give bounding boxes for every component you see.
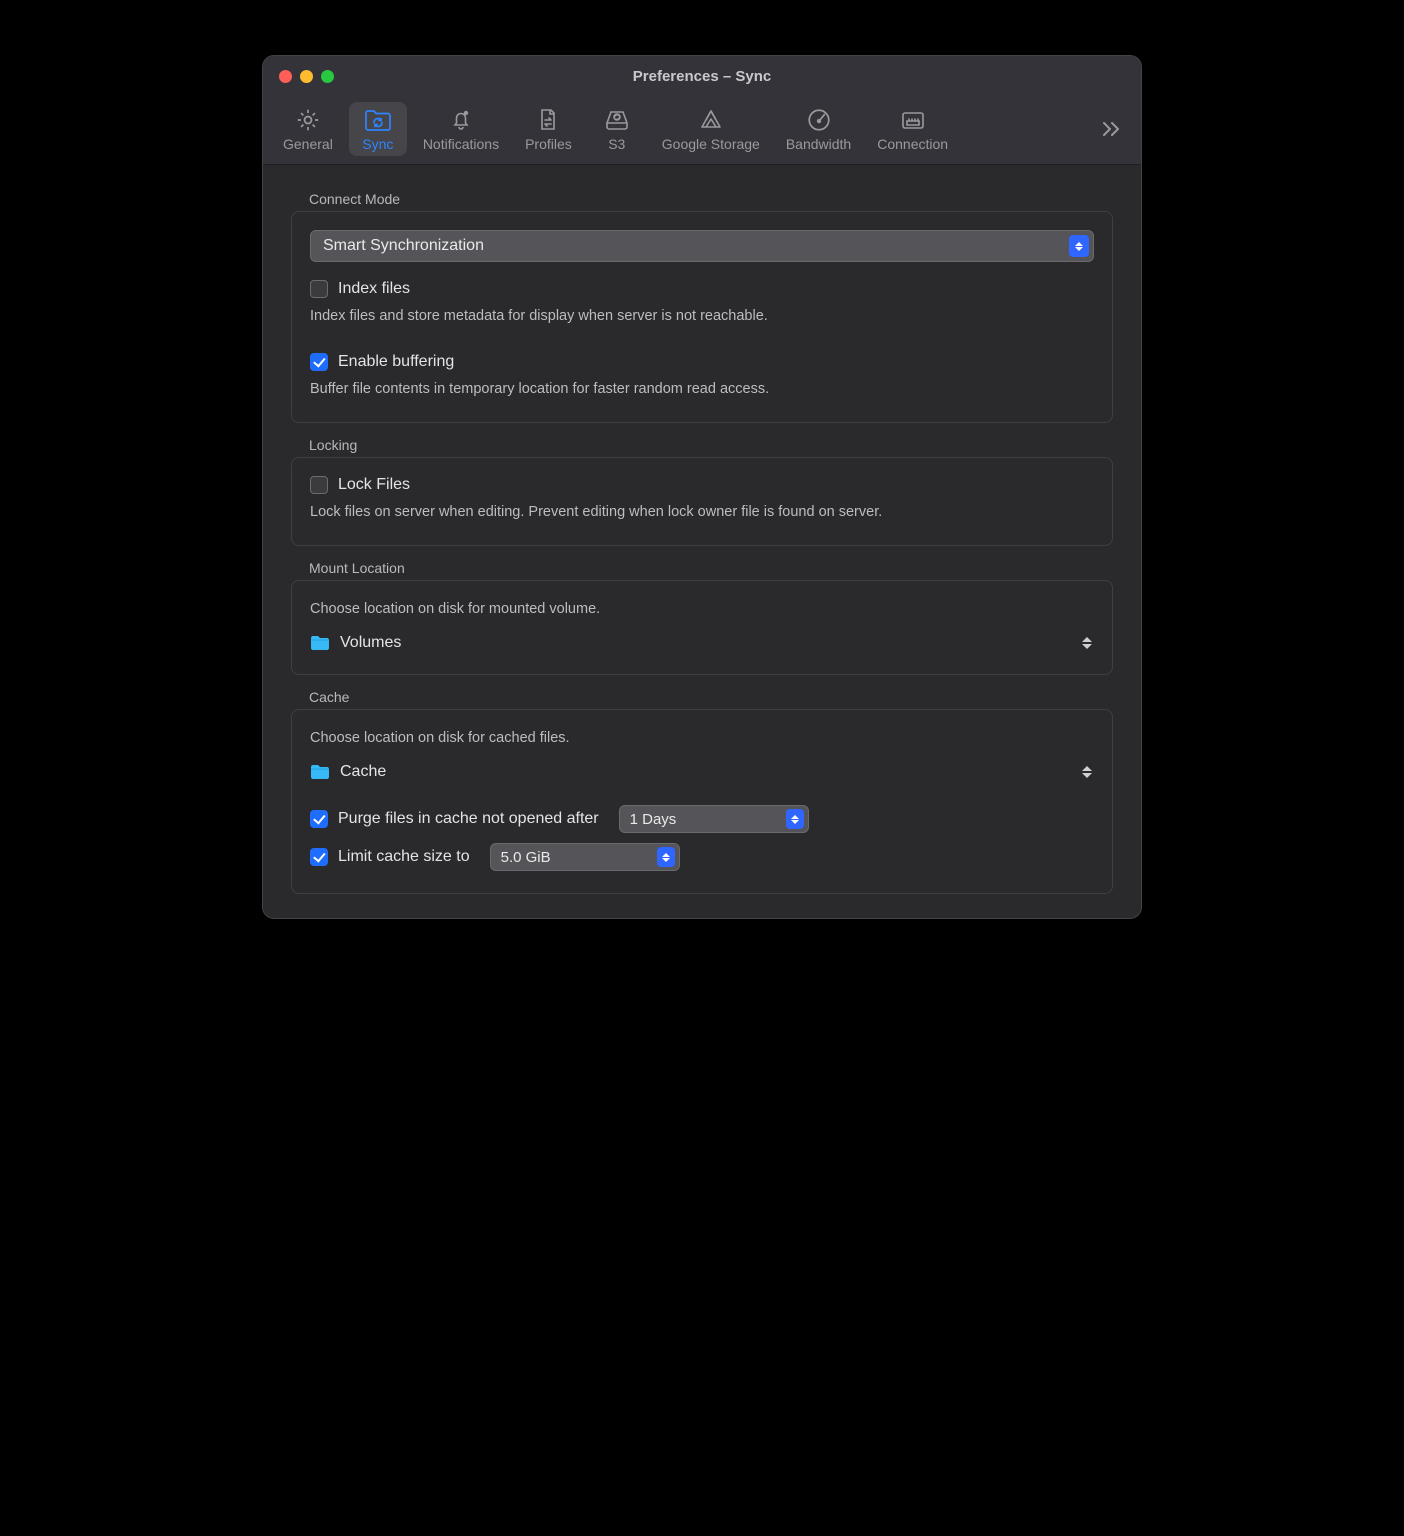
section-title-mount: Mount Location <box>309 560 1123 576</box>
tab-bandwidth[interactable]: Bandwidth <box>776 102 861 156</box>
select-stepper-icon <box>657 847 675 867</box>
cache-folder-select[interactable]: Cache <box>310 763 1094 781</box>
close-window-button[interactable] <box>279 70 292 83</box>
limit-label: Limit cache size to <box>338 848 470 866</box>
gauge-icon <box>806 106 832 134</box>
updown-icon <box>1080 766 1094 778</box>
section-mount: Choose location on disk for mounted volu… <box>291 580 1113 675</box>
folder-sync-icon <box>363 106 393 134</box>
tab-label: S3 <box>608 136 625 152</box>
tab-google-storage[interactable]: Google Storage <box>652 102 770 156</box>
folder-icon <box>310 764 330 780</box>
tab-general[interactable]: General <box>273 102 343 156</box>
mount-desc: Choose location on disk for mounted volu… <box>310 599 1094 620</box>
limit-size-select[interactable]: 5.0 GiB <box>490 843 680 871</box>
toolbar-tabs: General Sync <box>273 102 1093 156</box>
enable-buffering-desc: Buffer file contents in temporary locati… <box>310 379 1094 400</box>
purge-label: Purge files in cache not opened after <box>338 810 599 828</box>
index-files-checkbox[interactable] <box>310 280 328 298</box>
tab-s3[interactable]: S3 <box>588 102 646 156</box>
section-connect-mode: Smart Synchronization Index files Index … <box>291 211 1113 423</box>
tab-label: Google Storage <box>662 136 760 152</box>
s3-drive-icon <box>602 106 632 134</box>
tab-sync[interactable]: Sync <box>349 102 407 156</box>
section-title-connect-mode: Connect Mode <box>309 191 1123 207</box>
section-cache: Choose location on disk for cached files… <box>291 709 1113 894</box>
tab-label: General <box>283 136 333 152</box>
index-files-label: Index files <box>338 280 410 298</box>
window-title: Preferences – Sync <box>263 68 1141 85</box>
tab-label: Profiles <box>525 136 572 152</box>
tab-label: Notifications <box>423 136 499 152</box>
connect-mode-value: Smart Synchronization <box>323 237 484 255</box>
toolbar: General Sync <box>263 96 1141 165</box>
folder-icon <box>310 635 330 651</box>
tab-label: Connection <box>877 136 948 152</box>
purge-duration-value: 1 Days <box>630 811 677 828</box>
mount-folder-select[interactable]: Volumes <box>310 634 1094 652</box>
section-title-cache: Cache <box>309 689 1123 705</box>
lock-files-desc: Lock files on server when editing. Preve… <box>310 502 1094 523</box>
preferences-window: Preferences – Sync General <box>262 55 1142 919</box>
section-locking: Lock Files Lock files on server when edi… <box>291 457 1113 546</box>
ethernet-icon <box>899 106 927 134</box>
cache-folder-name: Cache <box>340 763 386 781</box>
overflow-button[interactable] <box>1093 119 1131 139</box>
index-files-row: Index files <box>310 280 1094 298</box>
purge-row: Purge files in cache not opened after 1 … <box>310 805 1094 833</box>
connect-mode-select[interactable]: Smart Synchronization <box>310 230 1094 262</box>
tab-label: Bandwidth <box>786 136 851 152</box>
enable-buffering-checkbox[interactable] <box>310 353 328 371</box>
tab-connection[interactable]: Connection <box>867 102 958 156</box>
tab-label: Sync <box>362 136 393 152</box>
section-title-locking: Locking <box>309 437 1123 453</box>
minimize-window-button[interactable] <box>300 70 313 83</box>
tab-profiles[interactable]: Profiles <box>515 102 582 156</box>
purge-checkbox[interactable] <box>310 810 328 828</box>
tab-notifications[interactable]: Notifications <box>413 102 509 156</box>
lock-files-label: Lock Files <box>338 476 410 494</box>
select-stepper-icon <box>1069 235 1089 257</box>
limit-size-value: 5.0 GiB <box>501 849 551 866</box>
index-files-desc: Index files and store metadata for displ… <box>310 306 1094 327</box>
limit-checkbox[interactable] <box>310 848 328 866</box>
lock-files-row: Lock Files <box>310 476 1094 494</box>
lock-files-checkbox[interactable] <box>310 476 328 494</box>
titlebar: Preferences – Sync <box>263 56 1141 96</box>
enable-buffering-label: Enable buffering <box>338 353 454 371</box>
cache-desc: Choose location on disk for cached files… <box>310 728 1094 749</box>
gear-icon <box>295 106 321 134</box>
document-swap-icon <box>536 106 560 134</box>
limit-row: Limit cache size to 5.0 GiB <box>310 843 1094 871</box>
traffic-lights <box>263 70 334 83</box>
enable-buffering-row: Enable buffering <box>310 353 1094 371</box>
updown-icon <box>1080 637 1094 649</box>
purge-duration-select[interactable]: 1 Days <box>619 805 809 833</box>
content-area: Connect Mode Smart Synchronization Index… <box>263 165 1141 918</box>
google-storage-icon <box>697 106 725 134</box>
bell-icon <box>449 106 473 134</box>
mount-folder-name: Volumes <box>340 634 401 652</box>
zoom-window-button[interactable] <box>321 70 334 83</box>
select-stepper-icon <box>786 809 804 829</box>
